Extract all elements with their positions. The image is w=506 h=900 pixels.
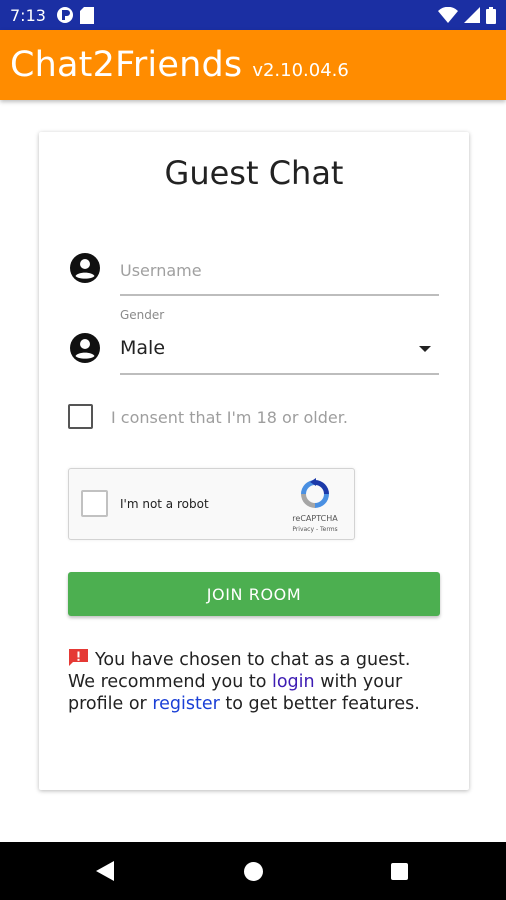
app-bar: Chat2Friends v2.10.04.6 xyxy=(0,30,506,100)
battery-icon xyxy=(486,6,496,24)
consent-label: I consent that I'm 18 or older. xyxy=(111,408,348,427)
card-title: Guest Chat xyxy=(164,154,344,192)
register-link[interactable]: register xyxy=(152,694,220,714)
gender-label: Gender xyxy=(120,308,165,322)
alert-message-icon xyxy=(69,649,88,666)
consent-checkbox[interactable] xyxy=(68,404,93,429)
recaptcha-widget: I'm not a robot reCAPTCHA Privacy - Term… xyxy=(68,468,355,540)
gender-underline xyxy=(120,373,439,375)
status-bar: 7:13 xyxy=(0,0,506,30)
wifi-icon xyxy=(438,7,458,23)
recaptcha-checkbox[interactable] xyxy=(81,490,108,517)
account-circle-icon xyxy=(70,333,100,363)
gender-select[interactable]: Male xyxy=(120,337,165,359)
notification-app-icon xyxy=(56,7,73,23)
recaptcha-privacy-terms-links[interactable]: Privacy - Terms xyxy=(279,526,351,533)
recent-apps-icon[interactable] xyxy=(391,863,408,880)
recaptcha-brand: reCAPTCHA xyxy=(292,514,338,523)
recaptcha-logo-icon xyxy=(301,478,329,508)
account-circle-icon xyxy=(70,253,100,283)
system-nav-bar xyxy=(0,842,506,900)
notice-text-3: to get better features. xyxy=(219,694,420,714)
username-input[interactable]: Username xyxy=(120,261,202,280)
app-title: Chat2Friends xyxy=(10,45,243,85)
cell-signal-icon xyxy=(464,7,480,23)
app-version: v2.10.04.6 xyxy=(252,59,349,81)
join-room-button[interactable]: JOIN ROOM xyxy=(68,572,440,616)
recaptcha-label: I'm not a robot xyxy=(120,497,209,511)
sd-card-icon xyxy=(79,6,94,24)
guest-chat-card: Guest Chat Username Gender Male I consen… xyxy=(39,132,469,790)
username-underline xyxy=(120,294,439,296)
home-icon[interactable] xyxy=(244,862,263,881)
guest-notice: You have chosen to chat as a guest. We r… xyxy=(68,648,428,715)
chevron-down-icon[interactable] xyxy=(419,346,431,352)
status-time: 7:13 xyxy=(10,5,46,25)
back-icon[interactable] xyxy=(96,861,114,881)
login-link[interactable]: login xyxy=(272,672,315,692)
